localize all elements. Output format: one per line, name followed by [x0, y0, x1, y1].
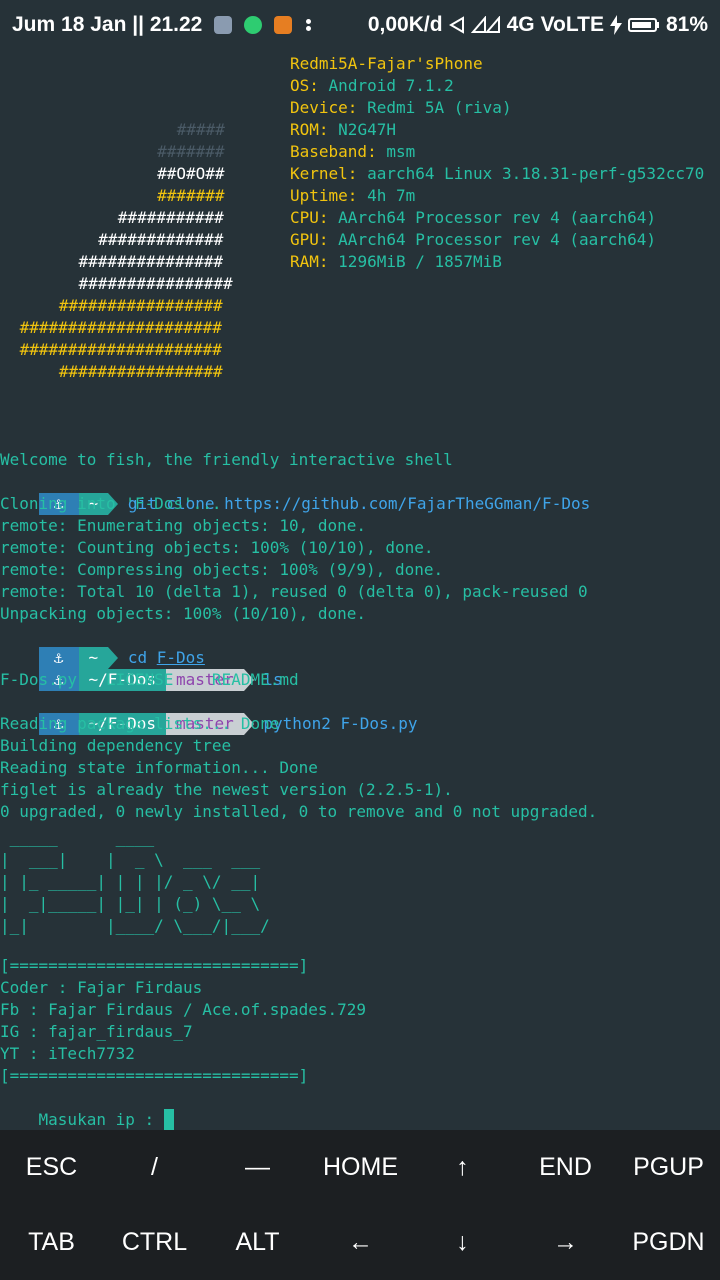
output-line: remote: Compressing objects: 100% (9/9),… — [0, 560, 444, 579]
key-left-arrow[interactable]: ← — [309, 1205, 412, 1280]
command-url: https://github.com/FajarTheGGman/F-Dos — [224, 494, 591, 513]
status-datetime: Jum 18 Jan || 21.22 — [12, 13, 203, 36]
output-line: Reading package lists... Done — [0, 714, 280, 733]
key-esc[interactable]: ESC — [0, 1130, 103, 1205]
logo-line: ##### — [90, 120, 225, 139]
output-line: Cloning into 'F-Dos'... — [0, 494, 222, 513]
figlet-banner-line: | ___| | _ \ ___ ___ — [0, 850, 261, 869]
logo-line: ####### — [80, 186, 225, 205]
figlet-banner-line: _____ ____ — [0, 828, 155, 847]
game-notification-icon — [273, 16, 292, 35]
logo-line: ################ — [40, 274, 233, 293]
prompt-line: ⚓ ~/F-Dos master python2 F-Dos.py — [0, 691, 418, 735]
key-slash[interactable]: / — [103, 1130, 206, 1205]
more-notifications-icon — [305, 17, 312, 33]
figlet-banner-line: | |_ _____| | | |/ _ \/ __| — [0, 872, 261, 891]
figlet-banner-line: |_| |____/ \___/|___/ — [0, 916, 270, 935]
output-line: remote: Enumerating objects: 10, done. — [0, 516, 367, 535]
sysinfo-row: ROM: N2G47H — [290, 120, 396, 139]
output-line: Building dependency tree — [0, 736, 232, 755]
welcome-message: Welcome to fish, the friendly interactiv… — [0, 450, 453, 469]
credit-line: IG : fajar_firdaus_7 — [0, 1022, 193, 1041]
sysinfo-row: Baseband: msm — [290, 142, 416, 161]
prompt-line: ⚓ ~/F-Dos master ls — [0, 647, 283, 691]
logo-line: ##################### — [10, 340, 222, 359]
logo-line: ########### — [60, 208, 224, 227]
output-line: 0 upgraded, 0 newly installed, 0 to remo… — [0, 802, 598, 821]
credit-line: YT : iTech7732 — [0, 1044, 135, 1063]
whatsapp-icon — [244, 16, 263, 35]
key-pgup[interactable]: PGUP — [617, 1130, 720, 1205]
logo-line: ############# — [50, 230, 224, 249]
sysinfo-row: RAM: 1296MiB / 1857MiB — [290, 252, 502, 271]
status-right: 0,00K/d 4G VoLTE 81% — [368, 13, 708, 37]
status-left: Jum 18 Jan || 21.22 — [12, 13, 312, 37]
app-notification-icon — [214, 16, 233, 35]
sysinfo-row: Kernel: aarch64 Linux 3.18.31-perf-g532c… — [290, 164, 705, 183]
prompt-line: ⚓ ~ cd F-Dos — [0, 625, 205, 669]
sysinfo-hostname: Redmi5A-Fajar'sPhone — [290, 54, 483, 73]
logo-line: ##O#O## — [80, 164, 225, 183]
credit-line: Fb : Fajar Firdaus / Ace.of.spades.729 — [0, 1000, 367, 1019]
battery-icon — [627, 18, 659, 32]
key-alt[interactable]: ALT — [206, 1205, 309, 1280]
key-dash[interactable]: — — [206, 1130, 309, 1205]
credit-line: Coder : Fajar Firdaus — [0, 978, 203, 997]
output-line: Unpacking objects: 100% (10/10), done. — [0, 604, 367, 623]
logo-line: ################# — [30, 362, 223, 381]
sysinfo-row: Device: Redmi 5A (riva) — [290, 98, 512, 117]
net-speed: 0,00K/d — [367, 13, 443, 36]
input-prompt-line[interactable]: Masukan ip : — [0, 1087, 174, 1131]
volte-indicator: VoLTE — [540, 13, 604, 36]
command-arg: F-Dos.py — [340, 714, 418, 733]
key-down-arrow[interactable]: ↓ — [411, 1205, 514, 1280]
sysinfo-row: OS: Android 7.1.2 — [290, 76, 454, 95]
sysinfo-row: CPU: AArch64 Processor rev 4 (aarch64) — [290, 208, 657, 227]
logo-line: ############### — [40, 252, 224, 271]
input-prompt: Masukan ip : — [38, 1110, 164, 1129]
output-line: remote: Counting objects: 100% (10/10), … — [0, 538, 434, 557]
separator-line: [==============================] — [0, 956, 309, 975]
sysinfo-row: Uptime: 4h 7m — [290, 186, 416, 205]
charging-bolt-icon — [609, 15, 622, 35]
battery-percent: 81% — [665, 13, 708, 36]
separator-line: [==============================] — [0, 1066, 309, 1085]
output-line: figlet is already the newest version (2.… — [0, 780, 453, 799]
logo-line: ##################### — [10, 318, 222, 337]
key-pgdn[interactable]: PGDN — [617, 1205, 720, 1280]
key-up-arrow[interactable]: ↑ — [411, 1130, 514, 1205]
ls-output: F-Dos.py LICENSE README.md — [0, 670, 299, 689]
signal-strength-icon — [470, 16, 500, 33]
status-bar: Jum 18 Jan || 21.22 0,00K/d 4G VoLTE 81% — [0, 0, 720, 50]
output-line: Reading state information... Done — [0, 758, 318, 777]
output-line: remote: Total 10 (delta 1), reused 0 (de… — [0, 582, 588, 601]
sysinfo-row: GPU: AArch64 Processor rev 4 (aarch64) — [290, 230, 657, 249]
prompt-line: ⚓ ~ git clone https://github.com/FajarThe… — [0, 471, 590, 515]
key-home[interactable]: HOME — [309, 1130, 412, 1205]
terminal-cursor[interactable] — [163, 1109, 174, 1131]
network-type: 4G — [506, 13, 535, 36]
key-tab[interactable]: TAB — [0, 1205, 103, 1280]
extra-keys-bar: ESC / — HOME ↑ END PGUP TAB CTRL ALT ← ↓… — [0, 1130, 720, 1280]
key-right-arrow[interactable]: → — [514, 1205, 617, 1280]
location-arrow-icon — [448, 16, 464, 34]
figlet-banner-line: | _|_____| |_| | (_) \__ \ — [0, 894, 261, 913]
logo-line: ################# — [30, 296, 223, 315]
key-ctrl[interactable]: CTRL — [103, 1205, 206, 1280]
key-end[interactable]: END — [514, 1130, 617, 1205]
terminal-screen[interactable]: ##### ####### ##O#O## ####### ##########… — [0, 52, 720, 1131]
logo-line: ####### — [80, 142, 225, 161]
